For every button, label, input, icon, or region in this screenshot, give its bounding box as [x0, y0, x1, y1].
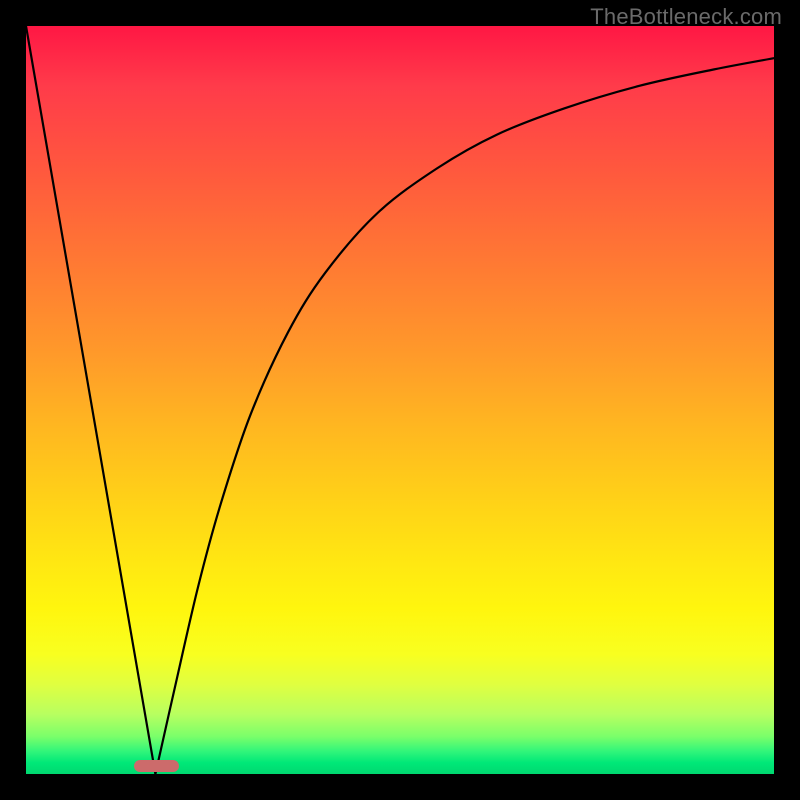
curve-right: [155, 58, 774, 774]
min-marker: [134, 760, 179, 772]
curve-left-line: [26, 26, 155, 774]
chart-curves: [26, 26, 774, 774]
chart-frame: TheBottleneck.com: [0, 0, 800, 800]
plot-area: [26, 26, 774, 774]
